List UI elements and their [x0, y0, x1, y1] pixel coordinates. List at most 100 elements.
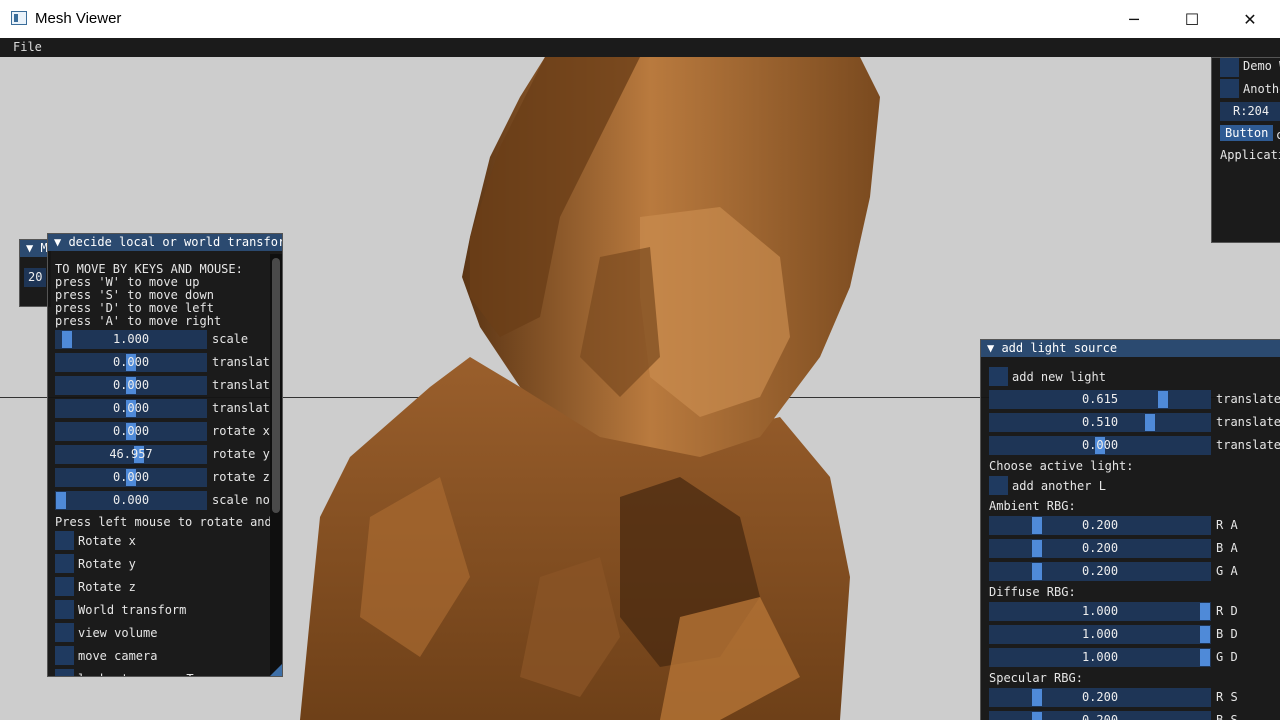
close-button[interactable]: ✕ — [1221, 0, 1279, 38]
transform-slider[interactable]: 0.000 — [55, 399, 207, 418]
slider-value: 0.200 — [1081, 564, 1119, 578]
collapse-icon[interactable]: ▼ — [54, 235, 68, 249]
option-checkbox[interactable] — [55, 600, 74, 619]
specular-label: R S — [1216, 690, 1238, 704]
collapse-icon[interactable]: ▼ — [987, 341, 1001, 355]
slider-value: 1.000 — [1081, 604, 1119, 618]
ambient-slider[interactable]: 0.200 — [989, 562, 1211, 581]
color-field-r[interactable]: R:204 — [1220, 102, 1280, 121]
option-checkbox[interactable] — [55, 554, 74, 573]
demo-window-label: Demo W — [1243, 59, 1280, 73]
option-label: Rotate x — [78, 534, 136, 548]
minimize-button[interactable]: ─ — [1105, 0, 1163, 38]
slider-value: 0.000 — [112, 424, 150, 438]
small-window-field[interactable]: 20 — [24, 268, 46, 287]
light-translate-slider[interactable]: 0.000 — [989, 436, 1211, 455]
another-window-checkbox[interactable] — [1220, 79, 1239, 98]
transform-label: rotate x — [212, 424, 270, 438]
help-line: press 'S' to move down — [55, 288, 214, 302]
transform-label: rotate z — [212, 470, 270, 484]
slider-value: 0.000 — [112, 470, 150, 484]
diffuse-label: R D — [1216, 604, 1238, 618]
ambient-slider[interactable]: 0.200 — [989, 539, 1211, 558]
light-translate-label: translate — [1216, 415, 1280, 429]
scrollbar-thumb[interactable] — [272, 258, 280, 513]
option-label: move camera — [78, 649, 158, 663]
transform-label: scale — [212, 332, 249, 346]
light-translate-label: translate — [1216, 438, 1280, 452]
transform-slider[interactable]: 0.000 — [55, 376, 207, 395]
specular-slider[interactable]: 0.200 — [989, 711, 1211, 720]
transform-slider[interactable]: 1.000 — [55, 330, 207, 349]
option-checkbox[interactable] — [55, 577, 74, 596]
diffuse-slider[interactable]: 1.000 — [989, 648, 1211, 667]
another-window-label: Anothe — [1243, 82, 1280, 96]
option-checkbox[interactable] — [55, 531, 74, 550]
diffuse-slider[interactable]: 1.000 — [989, 602, 1211, 621]
add-new-light-checkbox[interactable] — [989, 367, 1008, 386]
light-panel-title[interactable]: ▼ add light source — [981, 340, 1280, 357]
add-new-light-label: add new light — [1012, 370, 1106, 384]
help-line: press 'D' to move left — [55, 301, 214, 315]
option-checkbox[interactable] — [55, 646, 74, 665]
press-text: Press left mouse to rotate and — [55, 515, 272, 529]
slider-value: 0.615 — [1081, 392, 1119, 406]
light-translate-slider[interactable]: 0.510 — [989, 413, 1211, 432]
slider-value: 0.000 — [112, 493, 150, 507]
slider-value: 0.200 — [1081, 518, 1119, 532]
help-line: press 'W' to move up — [55, 275, 200, 289]
button-counter: c — [1276, 128, 1280, 142]
slider-value: 1.000 — [112, 332, 150, 346]
specular-label: B S — [1216, 713, 1238, 720]
add-another-light-checkbox[interactable] — [989, 476, 1008, 495]
slider-value: 0.000 — [112, 401, 150, 415]
light-translate-label: translate — [1216, 392, 1280, 406]
transform-panel-title[interactable]: ▼ decide local or world transform — [48, 234, 282, 251]
ambient-slider[interactable]: 0.200 — [989, 516, 1211, 535]
transform-label: translate — [212, 355, 278, 369]
transform-slider[interactable]: 46.957 — [55, 445, 207, 464]
specular-title: Specular RBG: — [989, 671, 1083, 685]
slider-value: 46.957 — [109, 447, 153, 461]
specular-slider[interactable]: 0.200 — [989, 688, 1211, 707]
add-another-light-label: add another L — [1012, 479, 1106, 493]
menubar: File — [0, 38, 1280, 57]
ambient-label: B A — [1216, 541, 1238, 555]
demo-button[interactable]: Button — [1220, 125, 1274, 141]
slider-value: 1.000 — [1081, 627, 1119, 641]
scrollbar[interactable] — [270, 254, 282, 676]
diffuse-slider[interactable]: 1.000 — [989, 625, 1211, 644]
transform-slider[interactable]: 0.000 — [55, 491, 207, 510]
transform-label: translate — [212, 401, 278, 415]
light-translate-slider[interactable]: 0.615 — [989, 390, 1211, 409]
transform-slider[interactable]: 0.000 — [55, 468, 207, 487]
slider-value: 0.000 — [1081, 438, 1119, 452]
option-checkbox[interactable] — [55, 623, 74, 642]
diffuse-title: Diffuse RBG: — [989, 585, 1076, 599]
ambient-label: R A — [1216, 518, 1238, 532]
slider-value: 0.000 — [112, 378, 150, 392]
maximize-button[interactable]: ☐ — [1163, 0, 1221, 38]
slider-value: 0.200 — [1081, 690, 1119, 704]
demo-panel[interactable]: Demo W Anothe R:204 Button c Applicati — [1211, 57, 1280, 243]
small-window-title[interactable]: ▼ M — [20, 240, 50, 257]
transform-slider[interactable]: 0.000 — [55, 353, 207, 372]
slider-value: 0.510 — [1081, 415, 1119, 429]
transform-label: translate — [212, 378, 278, 392]
app-icon — [11, 11, 27, 25]
resize-grip[interactable] — [270, 664, 282, 676]
transform-slider[interactable]: 0.000 — [55, 422, 207, 441]
menu-file[interactable]: File — [13, 40, 42, 54]
option-label: Rotate z — [78, 580, 136, 594]
help-line: press 'A' to move right — [55, 314, 222, 328]
diffuse-label: B D — [1216, 627, 1238, 641]
transform-panel[interactable]: ▼ decide local or world transform TO MOV… — [47, 233, 283, 677]
help-line: TO MOVE BY KEYS AND MOUSE: — [55, 262, 243, 276]
light-panel[interactable]: ▼ add light source add new light 0.615 tr… — [980, 339, 1280, 720]
slider-value: 0.000 — [112, 355, 150, 369]
slider-value: 1.000 — [1081, 650, 1119, 664]
choose-light-label: Choose active light: — [989, 459, 1134, 473]
option-label: view volume — [78, 626, 158, 640]
demo-window-checkbox[interactable] — [1220, 58, 1239, 77]
option-checkbox[interactable] — [55, 669, 74, 676]
